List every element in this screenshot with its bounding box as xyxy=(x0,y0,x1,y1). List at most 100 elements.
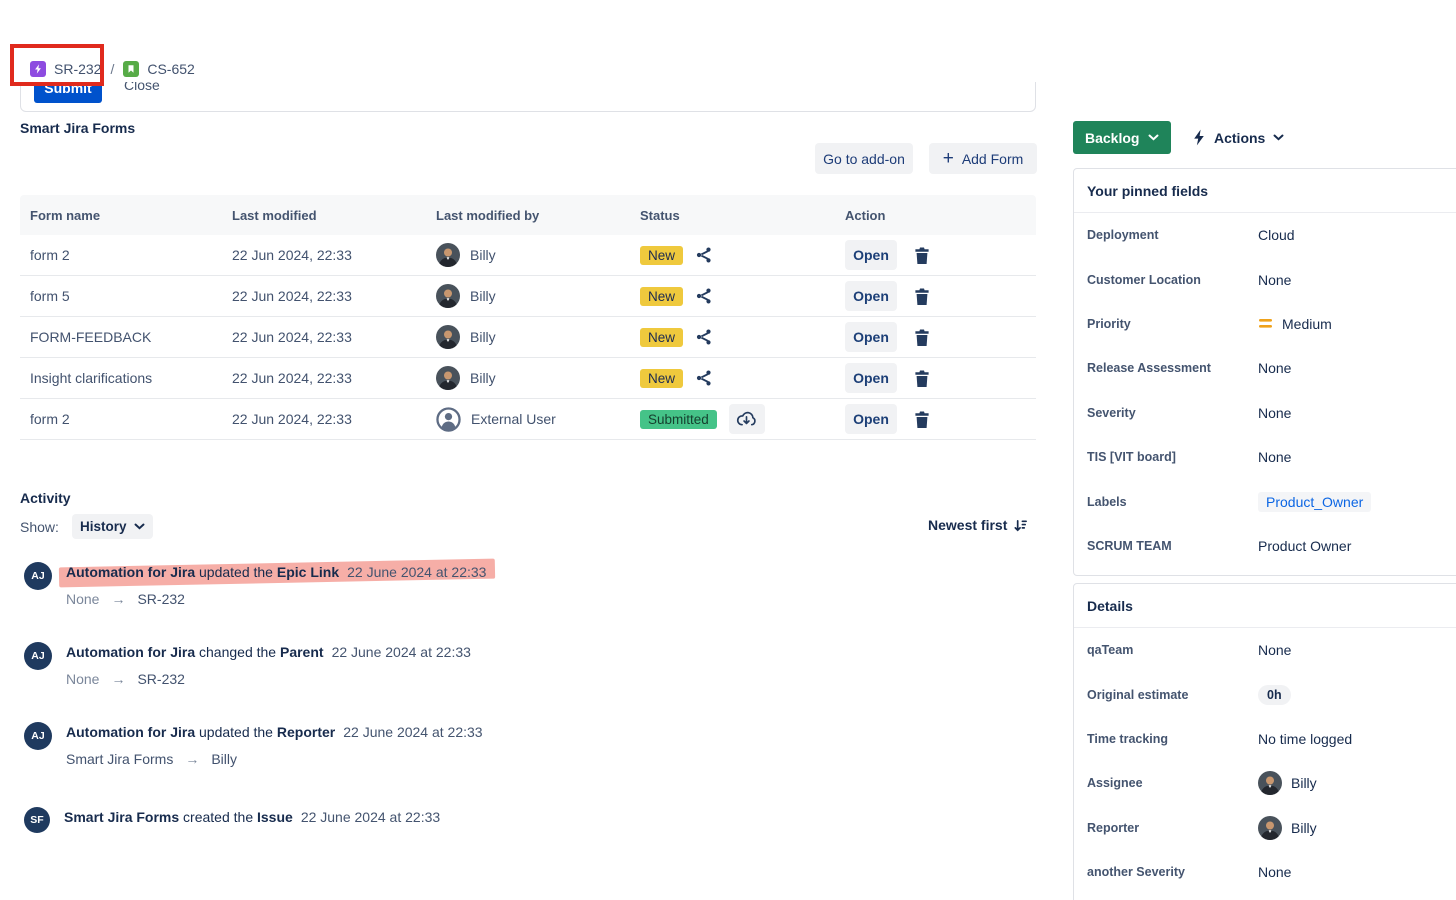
avatar xyxy=(436,284,460,308)
field-value[interactable]: 0h xyxy=(1258,685,1291,705)
trash-icon[interactable] xyxy=(913,410,931,429)
field-value[interactable]: None xyxy=(1258,864,1291,880)
activity-item-title: Automation for Jira updated the Epic Lin… xyxy=(66,564,486,580)
col-status: Status xyxy=(640,208,845,223)
field-value[interactable]: Billy xyxy=(1258,816,1317,840)
add-form-label: Add Form xyxy=(962,151,1023,167)
trash-icon[interactable] xyxy=(913,328,931,347)
change-to: Billy xyxy=(211,751,237,767)
change-from: None xyxy=(66,591,99,607)
share-icon[interactable] xyxy=(695,328,713,346)
share-icon[interactable] xyxy=(695,287,713,305)
col-action: Action xyxy=(845,208,1036,223)
field-row: Original estimate 0h xyxy=(1074,672,1456,716)
go-to-addon-button[interactable]: Go to add-on xyxy=(815,143,913,174)
activity-timestamp: 22 June 2024 at 22:33 xyxy=(301,809,440,825)
share-icon[interactable] xyxy=(695,369,713,387)
col-form-name: Form name xyxy=(30,208,232,223)
chevron-down-icon xyxy=(1148,134,1159,141)
modified-by-name: Billy xyxy=(470,329,496,345)
open-button[interactable]: Open xyxy=(845,281,897,311)
field-value[interactable]: None xyxy=(1258,449,1291,465)
activity-change: None → SR-232 xyxy=(66,591,486,607)
field-row: Assignee Billy xyxy=(1074,761,1456,805)
field-row: another Severity None xyxy=(1074,850,1456,894)
avatar xyxy=(436,366,460,390)
activity-change: None → SR-232 xyxy=(66,671,471,687)
form-modified: 22 Jun 2024, 22:33 xyxy=(232,288,436,304)
field-label: Customer Location xyxy=(1087,273,1258,287)
breadcrumb-story-key[interactable]: CS-652 xyxy=(147,61,194,77)
activity-verb: changed the xyxy=(195,644,280,660)
trash-icon[interactable] xyxy=(913,287,931,306)
avatar xyxy=(1258,771,1282,795)
forms-table: Form name Last modified Last modified by… xyxy=(20,195,1036,440)
change-from: None xyxy=(66,671,99,687)
breadcrumb-separator: / xyxy=(110,61,114,77)
activity-filter-value: History xyxy=(80,519,127,534)
open-button[interactable]: Open xyxy=(845,322,897,352)
open-button[interactable]: Open xyxy=(845,404,897,434)
field-label: Release Assessment xyxy=(1087,361,1258,375)
field-value[interactable]: None xyxy=(1258,642,1291,658)
change-to: SR-232 xyxy=(137,671,184,687)
sort-descending-icon xyxy=(1013,518,1028,533)
activity-item: AJ Automation for Jira updated the Repor… xyxy=(24,722,483,767)
label-chip[interactable]: Product_Owner xyxy=(1258,492,1371,512)
field-value[interactable]: Cloud xyxy=(1258,227,1295,243)
field-label: Reporter xyxy=(1087,821,1258,835)
download-button[interactable] xyxy=(729,404,765,434)
form-name: form 5 xyxy=(30,288,232,304)
avatar: AJ xyxy=(24,562,52,590)
avatar: AJ xyxy=(24,722,52,750)
form-modified: 22 Jun 2024, 22:33 xyxy=(232,411,436,427)
field-value[interactable]: Product Owner xyxy=(1258,538,1351,554)
field-label: another Severity xyxy=(1087,865,1258,879)
trash-icon[interactable] xyxy=(913,246,931,265)
activity-show-label: Show: xyxy=(20,519,59,535)
breadcrumb-epic-key[interactable]: SR-232 xyxy=(54,61,101,77)
field-value[interactable]: Medium xyxy=(1258,316,1332,332)
field-value[interactable]: None xyxy=(1258,360,1291,376)
field-label: Severity xyxy=(1087,406,1258,420)
field-value[interactable]: Billy xyxy=(1258,771,1317,795)
field-label: Original estimate xyxy=(1087,688,1258,702)
field-row: Severity None xyxy=(1074,391,1456,435)
activity-title: Activity xyxy=(20,490,71,506)
field-label: Priority xyxy=(1087,317,1258,331)
activity-actor: Automation for Jira xyxy=(66,724,195,740)
activity-verb: updated the xyxy=(195,564,277,580)
table-row: form 5 22 Jun 2024, 22:33 Billy New Open xyxy=(20,276,1036,317)
activity-actor: Automation for Jira xyxy=(66,644,195,660)
pinned-fields-card: Your pinned fields Deployment Cloud Cust… xyxy=(1073,168,1456,576)
chevron-down-icon xyxy=(1273,134,1284,141)
open-button[interactable]: Open xyxy=(845,240,897,270)
activity-item-title: Automation for Jira updated the Reporter… xyxy=(66,724,483,740)
activity-filter-dropdown[interactable]: History xyxy=(72,514,153,539)
details-card: Details qaTeam None Original estimate 0h… xyxy=(1073,583,1456,900)
status-dropdown-button[interactable]: Backlog xyxy=(1073,121,1171,154)
actions-dropdown-button[interactable]: Actions xyxy=(1192,122,1284,153)
activity-timestamp: 22 June 2024 at 22:33 xyxy=(332,644,471,660)
change-to: SR-232 xyxy=(137,591,184,607)
field-row: Customer Location None xyxy=(1074,257,1456,301)
breadcrumb: SR-232 / CS-652 xyxy=(30,61,195,77)
estimate-chip: 0h xyxy=(1258,685,1291,705)
field-label: Assignee xyxy=(1087,776,1258,790)
activity-sort-button[interactable]: Newest first xyxy=(928,517,1028,533)
activity-item-title: Automation for Jira changed the Parent 22… xyxy=(66,644,471,660)
activity-object: Parent xyxy=(280,644,324,660)
forms-table-header: Form name Last modified Last modified by… xyxy=(20,195,1036,235)
field-value[interactable]: None xyxy=(1258,405,1291,421)
field-value[interactable]: None xyxy=(1258,272,1291,288)
add-form-button[interactable]: + Add Form xyxy=(929,143,1037,174)
field-label: Time tracking xyxy=(1087,732,1258,746)
download-icon xyxy=(736,410,757,428)
field-value[interactable]: No time logged xyxy=(1258,731,1352,747)
open-button[interactable]: Open xyxy=(845,363,897,393)
status-badge: New xyxy=(640,246,683,265)
activity-timestamp: 22 June 2024 at 22:33 xyxy=(347,564,486,580)
share-icon[interactable] xyxy=(695,246,713,264)
trash-icon[interactable] xyxy=(913,369,931,388)
table-row: form 2 22 Jun 2024, 22:33 External User … xyxy=(20,399,1036,440)
